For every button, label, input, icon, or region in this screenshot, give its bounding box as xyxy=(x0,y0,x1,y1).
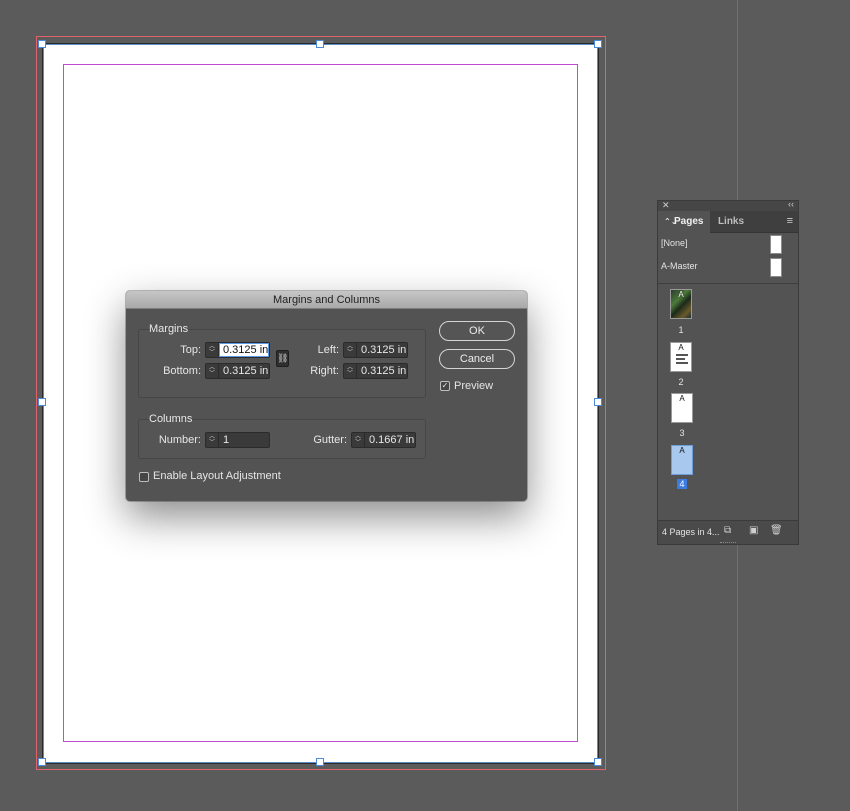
page-2-prefix: A xyxy=(678,343,684,352)
thumb-text-line xyxy=(676,354,688,356)
tab-links[interactable]: Links xyxy=(710,211,752,233)
top-margin-field[interactable]: ︿ ﹀ 0.3125 in xyxy=(205,342,270,358)
gutter-field[interactable]: ︿ ﹀ 0.1667 in xyxy=(351,432,416,448)
top-label: Top: xyxy=(180,344,201,356)
master-label-none: [None] xyxy=(661,238,688,248)
cancel-button[interactable]: Cancel xyxy=(439,349,515,369)
pages-panel: ✕ ‹‹ ⌃⌄ Pages Links ≡ [None] A-Master A … xyxy=(657,199,799,545)
gutter-stepper-icon[interactable]: ︿ ﹀ xyxy=(352,433,365,447)
page-1-prefix: A xyxy=(678,290,684,299)
panel-resize-grip[interactable] xyxy=(720,542,736,544)
page-thumbnail-3[interactable]: A xyxy=(671,393,693,423)
resize-handle-bottom-left[interactable] xyxy=(38,758,46,766)
page-3-prefix: A xyxy=(679,394,685,403)
panel-footer: 4 Pages in 4... ⧉ ▣ 🗑 xyxy=(658,520,798,544)
columns-number-field[interactable]: ︿ ﹀ 1 xyxy=(205,432,270,448)
page-thumbnail-1[interactable]: A xyxy=(670,289,692,319)
right-margin-value[interactable]: 0.3125 in xyxy=(357,364,407,378)
page-thumbnail-2[interactable]: A xyxy=(670,342,692,372)
dialog-title: Margins and Columns xyxy=(126,291,527,309)
preview-checkbox[interactable]: ✓ xyxy=(440,381,450,391)
number-stepper-icon[interactable]: ︿ ﹀ xyxy=(206,433,219,447)
margins-group-label: Margins xyxy=(149,323,189,335)
enable-layout-adjustment-checkbox[interactable] xyxy=(139,472,149,482)
tab-pages-label: Pages xyxy=(674,216,704,227)
left-stepper-icon[interactable]: ︿ ﹀ xyxy=(344,343,357,357)
master-thumbnail-none[interactable] xyxy=(770,235,782,254)
bottom-label: Bottom: xyxy=(163,365,201,377)
resize-handle-bottom-right[interactable] xyxy=(594,758,602,766)
margins-and-columns-dialog: Margins and Columns Margins Top: ︿ ﹀ 0.31… xyxy=(126,291,527,501)
page-number-2[interactable]: 2 xyxy=(670,377,692,387)
bottom-stepper-icon[interactable]: ︿ ﹀ xyxy=(206,364,219,378)
ok-button[interactable]: OK xyxy=(439,321,515,341)
resize-handle-top-right[interactable] xyxy=(594,40,602,48)
right-margin-field[interactable]: ︿ ﹀ 0.3125 in xyxy=(343,363,408,379)
new-page-icon[interactable]: ▣ xyxy=(749,525,758,536)
resize-handle-right[interactable] xyxy=(594,398,602,406)
left-label: Left: xyxy=(317,344,339,356)
top-stepper-icon[interactable]: ︿ ﹀ xyxy=(206,343,219,357)
page-number-3[interactable]: 3 xyxy=(671,428,693,438)
preview-label[interactable]: Preview xyxy=(454,380,493,392)
columns-group-label: Columns xyxy=(149,413,193,425)
top-margin-value[interactable]: 0.3125 in xyxy=(219,343,269,357)
columns-number-value[interactable]: 1 xyxy=(219,433,269,447)
right-label: Right: xyxy=(310,365,339,377)
resize-handle-top-left[interactable] xyxy=(38,40,46,48)
thumb-text-line xyxy=(676,358,685,360)
panel-menu-icon[interactable]: ≡ xyxy=(787,215,793,227)
resize-handle-left[interactable] xyxy=(38,398,46,406)
thumb-text-line xyxy=(676,362,688,364)
page-count-status: 4 Pages in 4... xyxy=(662,527,720,537)
close-icon[interactable]: ✕ xyxy=(662,200,670,211)
make-all-settings-same-link-icon[interactable]: ⛓ xyxy=(276,350,289,367)
left-margin-field[interactable]: ︿ ﹀ 0.3125 in xyxy=(343,342,408,358)
tab-links-label: Links xyxy=(717,216,745,227)
panel-top-strip: ✕ ‹‹ xyxy=(658,199,798,211)
gutter-label: Gutter: xyxy=(313,434,347,446)
edit-page-size-icon[interactable]: ⧉ xyxy=(724,525,731,536)
master-thumbnail-a-master[interactable] xyxy=(770,258,782,277)
enable-layout-adjustment-label[interactable]: Enable Layout Adjustment xyxy=(153,470,281,482)
number-label: Number: xyxy=(158,434,201,446)
page-4-prefix: A xyxy=(679,446,685,455)
collapse-icon[interactable]: ‹‹ xyxy=(788,199,794,209)
trash-icon[interactable]: 🗑 xyxy=(770,525,783,536)
tab-pages[interactable]: ⌃⌄ Pages xyxy=(658,211,710,233)
master-item-a-master[interactable]: A-Master xyxy=(658,257,798,279)
bottom-margin-field[interactable]: ︿ ﹀ 0.3125 in xyxy=(205,363,270,379)
gutter-value[interactable]: 0.1667 in xyxy=(365,433,415,447)
bottom-margin-value[interactable]: 0.3125 in xyxy=(219,364,269,378)
left-margin-value[interactable]: 0.3125 in xyxy=(357,343,407,357)
resize-handle-bottom[interactable] xyxy=(316,758,324,766)
panel-tab-bar: ⌃⌄ Pages Links ≡ xyxy=(658,211,798,233)
page-number-4[interactable]: 4 xyxy=(677,479,687,489)
resize-handle-top[interactable] xyxy=(316,40,324,48)
right-stepper-icon[interactable]: ︿ ﹀ xyxy=(344,364,357,378)
page-number-1[interactable]: 1 xyxy=(670,325,692,335)
master-label-a-master: A-Master xyxy=(661,261,698,271)
page-thumbnail-4[interactable]: A xyxy=(671,445,693,475)
masters-pages-divider xyxy=(658,283,798,284)
master-item-none[interactable]: [None] xyxy=(658,234,798,256)
